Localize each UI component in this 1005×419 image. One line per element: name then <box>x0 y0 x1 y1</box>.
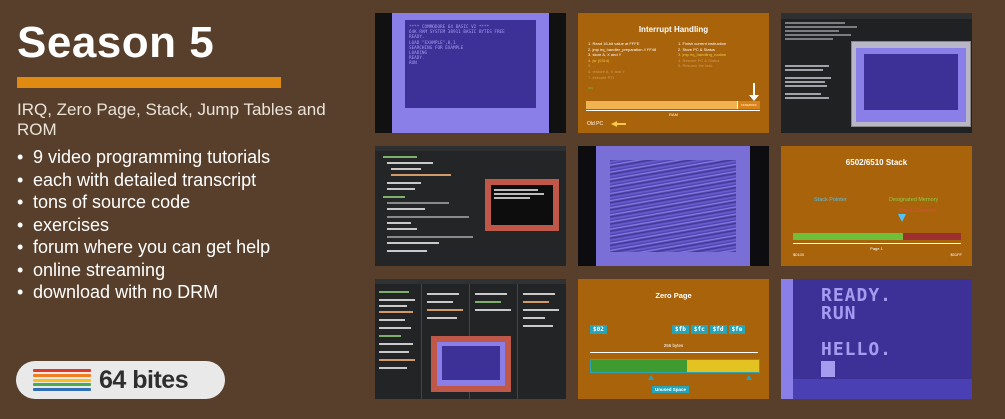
accent-bar <box>17 77 281 88</box>
video-thumbnail-stack[interactable]: 6502/6510 Stack Stack Pointer Designated… <box>781 146 972 266</box>
video-thumbnail-source-code[interactable] <box>375 146 566 266</box>
slide-title: Zero Page <box>655 291 692 300</box>
feature-item: • online streaming <box>17 259 166 280</box>
feature-item: • 9 video programming tutorials <box>17 147 271 167</box>
zero-page-used-fill <box>591 360 687 372</box>
slide-title: 6502/6510 Stack <box>845 158 908 167</box>
feature-item: • tons of source code <box>17 192 191 212</box>
video-thumbnail-hello-output[interactable]: READY. RUN HELLO. <box>781 279 972 399</box>
brand-logo-text: 64 bites <box>99 365 189 394</box>
rainbow-stripes-icon <box>33 369 91 391</box>
video-thumbnail-multi-pane-editor[interactable] <box>375 279 566 399</box>
slide-title: Interrupt Handling <box>638 25 709 34</box>
feature-item: • exercises <box>17 214 110 235</box>
season-subtitle: IRQ, Zero Page, Stack, Jump Tables and R… <box>17 100 326 139</box>
feature-item: • download with no DRM <box>17 282 219 302</box>
video-thumbnail-interrupt-handling[interactable]: Interrupt Handling 1. Read 16-bit value … <box>578 13 769 133</box>
feature-item: • forum where you can get help <box>17 237 271 257</box>
video-thumbnail-editor-emulator[interactable] <box>781 13 972 133</box>
video-thumbnail-zero-page[interactable]: Zero Page $02 $fb $fc $fd $fe 256 bytes … <box>578 279 769 399</box>
arrow-down-icon <box>898 214 906 222</box>
video-thumbnail-garbled-screen[interactable] <box>578 146 769 266</box>
feature-list: • 9 video programming tutorials • each wit… <box>17 146 270 304</box>
video-thumbnail-c64-boot[interactable]: **** COMMODORE 64 BASIC V2 **** 64K RAM … <box>375 13 566 133</box>
left-panel: Season 5 IRQ, Zero Page, Stack, Jump Tab… <box>0 0 370 419</box>
zero-page-bar <box>590 359 760 373</box>
brand-logo[interactable]: 64 bites <box>16 361 225 399</box>
season-title: Season 5 <box>17 18 215 67</box>
feature-item: • each with detailed transcript <box>17 169 257 190</box>
